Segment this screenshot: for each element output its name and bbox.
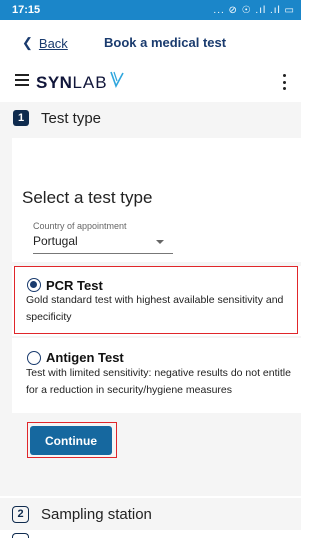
status-bar: 17:15 ... ⊘ ☉ .ıl .ıl ▭ (0, 0, 301, 20)
logo-mark-icon (109, 71, 124, 88)
country-value: Portugal (33, 234, 78, 248)
step-1-number: 1 (13, 110, 29, 126)
status-icons: ... ⊘ ☉ .ıl .ıl ▭ (213, 4, 295, 16)
next-step-number-peek (12, 533, 29, 538)
logo-text-bold: SYN (36, 73, 73, 92)
pcr-test-title: PCR Test (46, 278, 103, 293)
page-title: Book a medical test (104, 35, 227, 50)
back-button[interactable]: ❮ Back (22, 35, 68, 51)
step-1-title: Test type (41, 109, 102, 127)
step-2-title: Sampling station (41, 505, 152, 523)
select-test-title: Select a test type (22, 188, 153, 207)
chevron-left-icon: ❮ (22, 35, 33, 50)
dropdown-arrow-icon (156, 240, 164, 244)
pcr-radio-button[interactable] (27, 278, 41, 292)
brand-bar: SYN LAB (0, 64, 301, 104)
status-time: 17:15 (12, 4, 41, 16)
synlab-logo: SYN LAB (36, 71, 124, 93)
country-select[interactable]: Portugal (33, 234, 173, 254)
step-2-header[interactable]: 2 Sampling station (0, 498, 301, 530)
step-2-number: 2 (12, 505, 29, 523)
more-options-icon[interactable] (283, 74, 287, 90)
continue-button[interactable]: Continue (30, 426, 112, 455)
pcr-test-description: Gold standard test with highest availabl… (26, 294, 284, 323)
logo-text-light: LAB (72, 73, 108, 92)
back-label: Back (38, 35, 68, 51)
antigen-radio-button[interactable] (27, 351, 41, 365)
antigen-test-title: Antigen Test (46, 350, 124, 365)
menu-icon[interactable] (15, 74, 29, 86)
top-navigation: ❮ Back Book a medical test (0, 20, 301, 64)
antigen-test-description: Test with limited sensitivity: negative … (26, 367, 291, 396)
step-1-header: 1 Test type (0, 102, 301, 134)
country-label: Country of appointment (33, 221, 127, 231)
